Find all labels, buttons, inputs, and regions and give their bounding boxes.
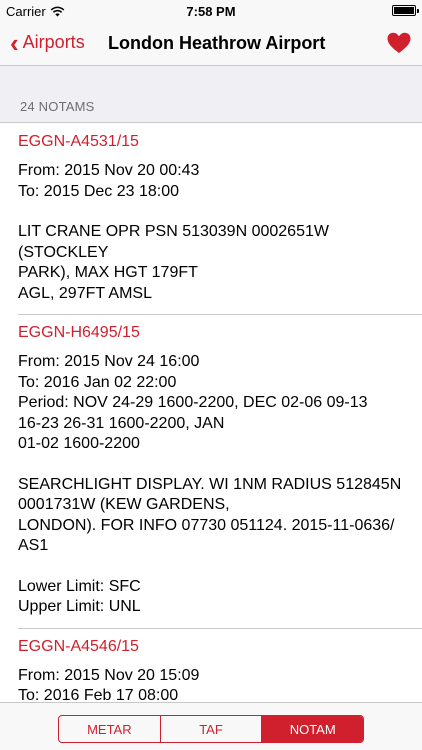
notam-list: EGGN-A4531/15 From: 2015 Nov 20 00:43 To: …: [0, 122, 422, 702]
section-header: 24 NOTAMS: [20, 99, 95, 114]
bottom-toolbar: METAR TAF NOTAM: [0, 702, 422, 750]
notam-cell[interactable]: EGGN-A4531/15 From: 2015 Nov 20 00:43 To: …: [0, 123, 422, 314]
notam-cell[interactable]: EGGN-A4546/15 From: 2015 Nov 20 15:09 To: …: [0, 627, 422, 702]
notam-text-line: From: 2015 Nov 20 15:09: [18, 666, 200, 684]
notam-text-line: Upper Limit: UNL: [18, 598, 141, 615]
notam-text-line: From: 2015 Nov 20 00:43: [18, 162, 200, 179]
notam-text-line: 0001731W (KEW GARDENS,: [18, 496, 230, 513]
back-button-label: Airports: [22, 32, 85, 52]
notam-text-line: LIT CRANE OPR PSN 513039N 0002651W (STOC…: [18, 223, 334, 261]
heart-icon[interactable]: [386, 31, 412, 55]
notam-text-line: AGL, 297FT AMSL: [18, 284, 152, 302]
back-button[interactable]: ‹ Airports: [10, 27, 85, 58]
notam-list-container[interactable]: 24 NOTAMS EGGN-A4531/15 From: 2015 Nov 20…: [0, 66, 422, 702]
notam-text-line: To: 2016 Jan 02 22:00: [18, 373, 177, 391]
report-type-segmented-control: METAR TAF NOTAM: [58, 715, 364, 743]
battery-icon: [392, 5, 419, 16]
tab-metar[interactable]: METAR: [59, 716, 160, 742]
notam-id: EGGN-A4546/15: [18, 637, 139, 655]
notam-id: EGGN-A4531/15: [18, 133, 139, 150]
notam-text-line: 01-02 1600-2200: [18, 435, 140, 452]
tab-taf[interactable]: TAF: [159, 716, 262, 742]
notam-text-line: Period: NOV 24-29 1600-2200, DEC 02-06 0…: [18, 394, 368, 411]
notam-text-line: From: 2015 Nov 24 16:00: [18, 353, 200, 370]
notam-text-line: LONDON). FOR INFO 07730 051124. 2015-11-…: [18, 516, 395, 534]
notam-id: EGGN-H6495/15: [18, 324, 140, 341]
notam-text-line: PARK), MAX HGT 179FT: [18, 264, 198, 281]
notam-text-line: 16-23 26-31 1600-2200, JAN: [18, 414, 225, 432]
tab-notam[interactable]: NOTAM: [261, 716, 363, 742]
notam-text-line: Lower Limit: SFC: [18, 577, 141, 595]
notam-text-line: To: 2015 Dec 23 18:00: [18, 182, 180, 200]
notam-text-line: SEARCHLIGHT DISPLAY. WI 1NM RADIUS 51284…: [18, 475, 402, 493]
navigation-bar: ‹ Airports London Heathrow Airport: [0, 22, 422, 66]
status-bar: Carrier 7:58 PM: [0, 0, 422, 22]
page-title: London Heathrow Airport: [108, 33, 326, 53]
notam-text-line: AS1: [18, 537, 49, 554]
notam-cell[interactable]: EGGN-H6495/15 From: 2015 Nov 24 16:00 To: …: [0, 314, 422, 628]
status-time: 7:58 PM: [186, 4, 236, 19]
notam-text-line: To: 2016 Feb 17 08:00: [18, 687, 179, 702]
chevron-left-icon: ‹: [10, 27, 19, 58]
